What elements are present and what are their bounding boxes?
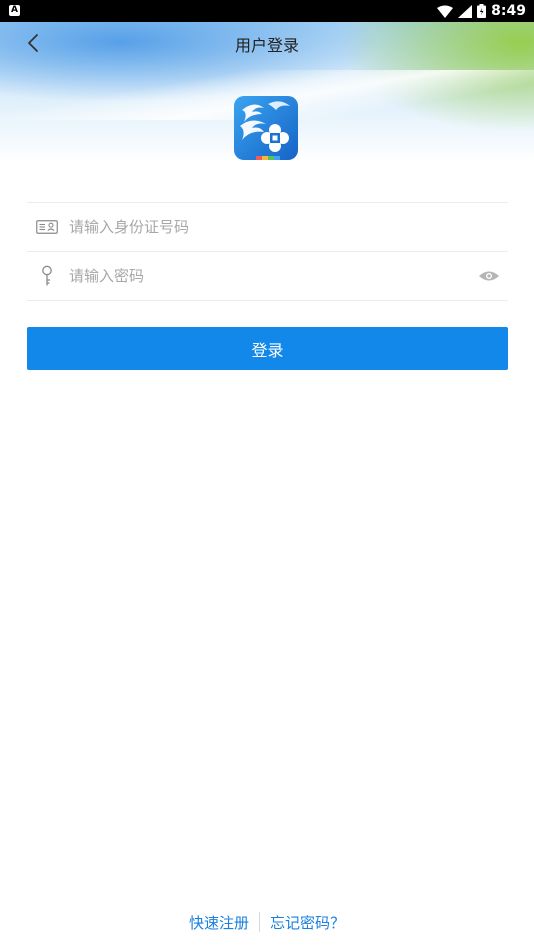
id-number-row: [27, 203, 508, 251]
eye-icon[interactable]: [476, 264, 502, 288]
clock: 8:49: [491, 3, 526, 19]
status-icons: 8:49: [437, 2, 526, 20]
nav-bar: 用户登录: [0, 22, 534, 64]
footer-links: 快速注册 忘记密码？: [0, 910, 534, 934]
id-card-icon: [35, 215, 59, 239]
wifi-icon: [437, 5, 454, 18]
password-input[interactable]: [67, 260, 476, 292]
notification-a-icon: A: [9, 5, 20, 16]
app-logo: [234, 96, 298, 160]
key-icon: [35, 264, 59, 288]
quick-register-link[interactable]: 快速注册: [189, 912, 249, 933]
battery-icon: [477, 4, 487, 18]
signal-icon: [458, 4, 473, 18]
footer-separator: [259, 912, 260, 932]
id-number-input[interactable]: [67, 211, 508, 243]
page-title: 用户登录: [234, 36, 299, 55]
password-row: [27, 252, 508, 300]
status-bar: A 8:49: [0, 0, 534, 22]
login-button[interactable]: 登录: [27, 327, 508, 370]
divider-bottom: [27, 300, 508, 301]
forgot-password-link[interactable]: 忘记密码？: [270, 912, 345, 933]
